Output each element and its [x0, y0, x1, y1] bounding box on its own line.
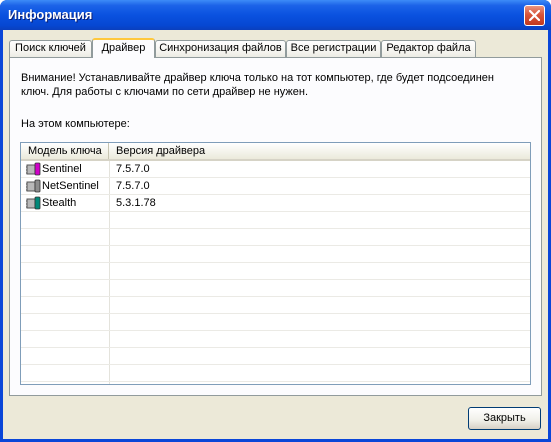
window-client-area: Поиск ключей Драйвер Синхронизация файло… — [3, 30, 548, 439]
window-title: Информация — [8, 7, 93, 22]
driver-version-cell: 5.3.1.78 — [116, 197, 156, 209]
empty-row — [21, 348, 530, 365]
key-model-cell: NetSentinel — [42, 180, 99, 192]
driver-version-cell: 7.5.7.0 — [116, 163, 150, 175]
empty-row — [21, 229, 530, 246]
empty-row — [21, 246, 530, 263]
empty-row — [21, 263, 530, 280]
key-model-cell: Sentinel — [42, 163, 82, 175]
tab-key-search[interactable]: Поиск ключей — [9, 40, 92, 57]
stealth-key-icon — [26, 196, 41, 210]
empty-row — [21, 314, 530, 331]
driver-list[interactable]: Модель ключа Версия драйвера Sentinel 7.5… — [20, 142, 531, 385]
tab-file-editor[interactable]: Редактор файла — [381, 40, 476, 57]
empty-row — [21, 212, 530, 229]
notice-line-2: ключ. Для работы с ключами по сети драйв… — [21, 86, 309, 98]
table-row[interactable]: Sentinel 7.5.7.0 — [21, 161, 530, 178]
sentinel-key-icon — [26, 162, 41, 176]
driver-tab-panel: Внимание! Устанавливайте драйвер ключа т… — [9, 57, 542, 396]
close-icon — [529, 10, 540, 21]
tab-all-registrations[interactable]: Все регистрации — [286, 40, 381, 57]
title-bar[interactable]: Информация — [0, 0, 551, 30]
netsentinel-key-icon — [26, 179, 41, 193]
key-model-cell: Stealth — [42, 197, 77, 209]
info-window: Информация Поиск ключей Драйвер Синхрони… — [0, 0, 551, 442]
column-header-driver-version[interactable]: Версия драйвера — [109, 143, 530, 159]
driver-version-cell: 7.5.7.0 — [116, 180, 150, 192]
close-button[interactable]: Закрыть — [468, 407, 541, 430]
window-close-button[interactable] — [524, 5, 545, 26]
tab-driver[interactable]: Драйвер — [92, 38, 155, 58]
notice-line-1: Внимание! Устанавливайте драйвер ключа т… — [21, 72, 494, 84]
column-header-key-model[interactable]: Модель ключа — [21, 143, 109, 159]
driver-notice: Внимание! Устанавливайте драйвер ключа т… — [21, 71, 521, 99]
list-header: Модель ключа Версия драйвера — [21, 143, 530, 161]
tab-file-sync[interactable]: Синхронизация файлов — [155, 40, 286, 57]
this-computer-label: На этом компьютере: — [21, 118, 130, 130]
empty-row — [21, 365, 530, 382]
empty-row — [21, 331, 530, 348]
empty-row — [21, 280, 530, 297]
empty-row — [21, 297, 530, 314]
table-row[interactable]: Stealth 5.3.1.78 — [21, 195, 530, 212]
table-row[interactable]: NetSentinel 7.5.7.0 — [21, 178, 530, 195]
